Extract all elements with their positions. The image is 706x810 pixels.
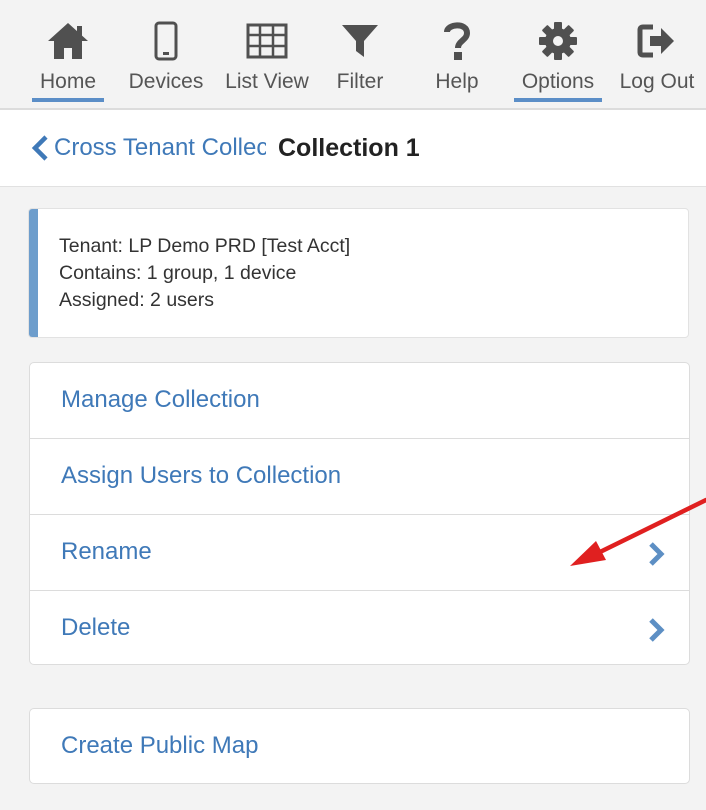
toolbar-home[interactable]: Home bbox=[32, 16, 104, 106]
toolbar-devices-label: Devices bbox=[128, 70, 204, 93]
question-mark-icon bbox=[426, 16, 488, 66]
create-public-map-label: Create Public Map bbox=[61, 732, 259, 759]
toolbar-filter-label: Filter bbox=[336, 70, 384, 93]
create-public-map-button[interactable]: Create Public Map bbox=[29, 708, 690, 784]
toolbar-help-label: Help bbox=[435, 70, 479, 93]
info-accent-bar bbox=[29, 209, 38, 337]
page-header: Cross Tenant Collections Collection 1 bbox=[0, 110, 706, 187]
logout-icon bbox=[612, 16, 702, 66]
assigned-text: Assigned: 2 users bbox=[59, 289, 215, 311]
toolbar-list-view[interactable]: List View bbox=[216, 16, 318, 106]
menu-item-assign-users[interactable]: Assign Users to Collection bbox=[30, 439, 689, 515]
toolbar-options[interactable]: Options bbox=[514, 16, 602, 106]
menu-item-label: Manage Collection bbox=[61, 386, 260, 413]
mobile-device-icon bbox=[118, 16, 214, 66]
menu-item-manage-collection[interactable]: Manage Collection bbox=[30, 363, 689, 439]
toolbar-options-label: Options bbox=[521, 70, 595, 93]
menu-item-rename[interactable]: Rename bbox=[30, 515, 689, 591]
toolbar-log-out[interactable]: Log Out bbox=[612, 16, 702, 106]
back-button[interactable]: Cross Tenant Collections bbox=[30, 130, 266, 166]
menu-item-label: Assign Users to Collection bbox=[61, 462, 342, 489]
contains-text: Contains: 1 group, 1 device bbox=[59, 262, 297, 284]
chevron-left-icon bbox=[31, 135, 48, 161]
toolbar-devices[interactable]: Devices bbox=[118, 16, 214, 106]
toolbar-filter[interactable]: Filter bbox=[328, 16, 392, 106]
filter-funnel-icon bbox=[328, 16, 392, 66]
info-lines: Tenant: LP Demo PRD [Test Acct] Contains… bbox=[59, 233, 350, 314]
top-toolbar: Home Devices List View Filter Help Optio… bbox=[0, 0, 706, 110]
chevron-right-icon bbox=[649, 618, 665, 642]
active-underline bbox=[514, 98, 602, 102]
collection-actions-menu: Manage Collection Assign Users to Collec… bbox=[29, 362, 690, 665]
home-icon bbox=[32, 16, 104, 66]
menu-item-label: Rename bbox=[61, 538, 152, 565]
grid-table-icon bbox=[216, 16, 318, 66]
toolbar-log-out-label: Log Out bbox=[619, 70, 695, 93]
back-link-label[interactable]: Cross Tenant Collections bbox=[54, 130, 266, 166]
tenant-text: Tenant: LP Demo PRD [Test Acct] bbox=[59, 235, 351, 257]
toolbar-list-view-label: List View bbox=[225, 70, 309, 93]
toolbar-home-label: Home bbox=[39, 70, 97, 93]
menu-item-label: Delete bbox=[61, 614, 131, 641]
active-underline bbox=[32, 98, 104, 102]
chevron-right-icon bbox=[649, 542, 665, 566]
gear-icon bbox=[514, 16, 602, 66]
page-title: Collection 1 bbox=[278, 134, 420, 162]
menu-item-delete[interactable]: Delete bbox=[30, 591, 689, 666]
collection-info-card: Tenant: LP Demo PRD [Test Acct] Contains… bbox=[28, 208, 689, 338]
toolbar-help[interactable]: Help bbox=[426, 16, 488, 106]
